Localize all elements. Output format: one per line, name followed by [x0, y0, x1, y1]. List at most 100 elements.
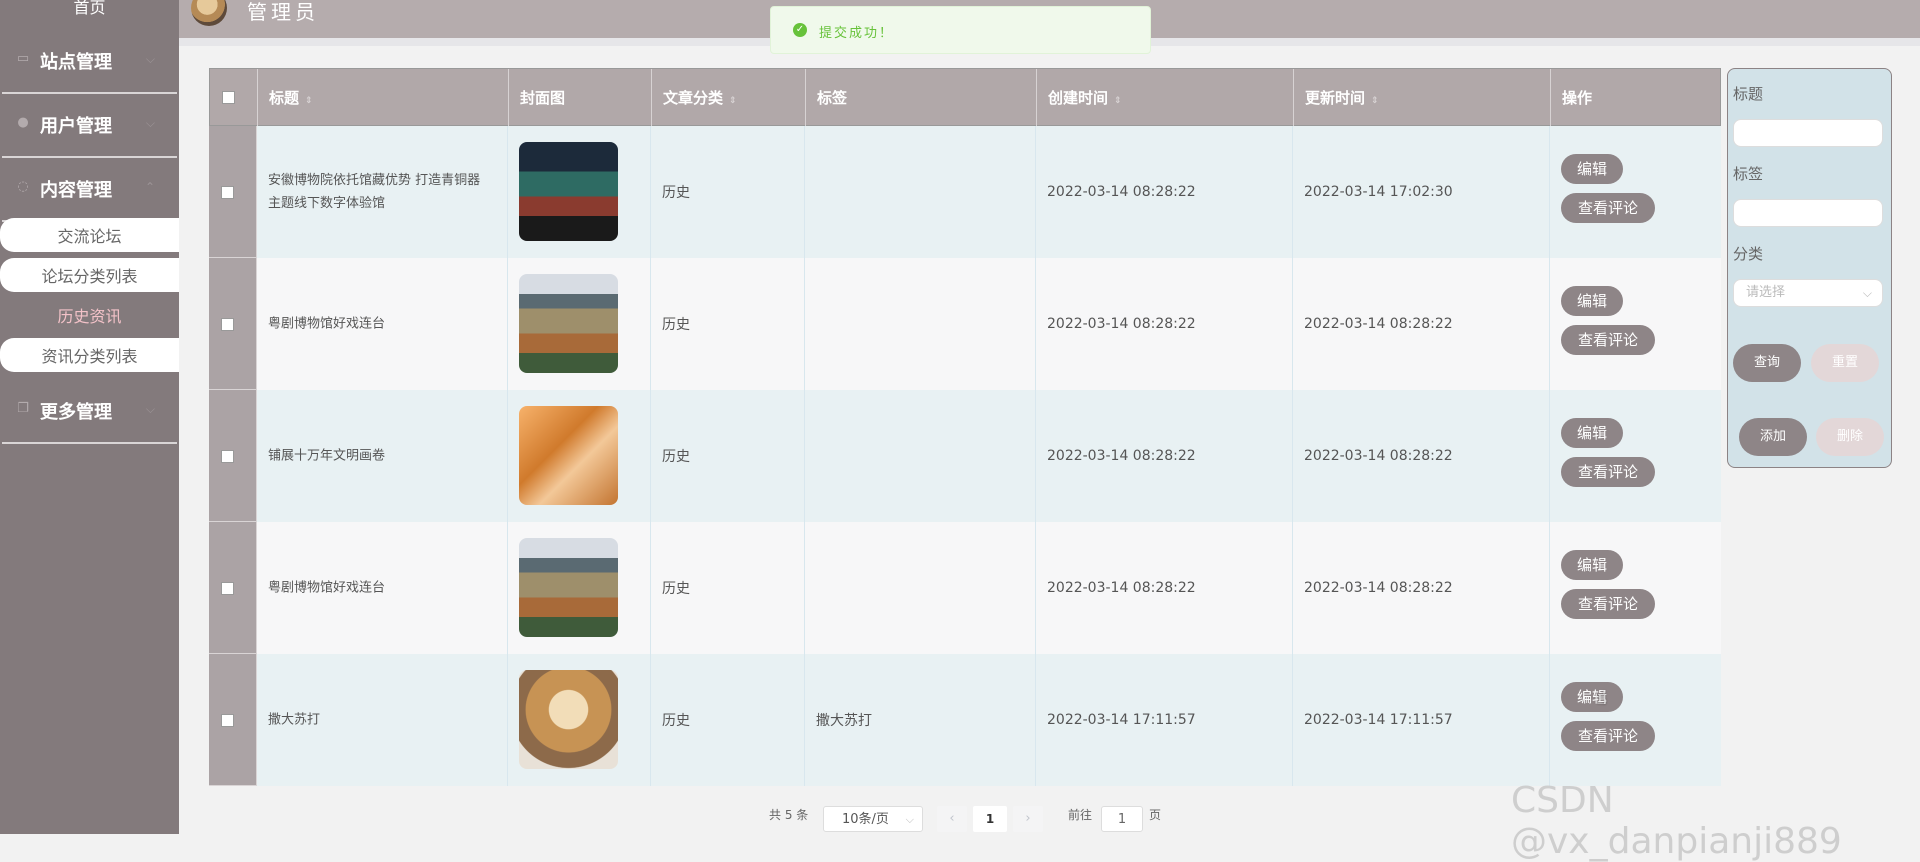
chevron-down-icon: ⌵: [145, 402, 155, 416]
row-tag: 撒大苏打: [816, 713, 872, 729]
cell-category: 历史: [651, 390, 805, 522]
row-updated: 2022-03-14 08:28:22: [1304, 316, 1453, 332]
table-header: 标题 ⇕ 封面图 文章分类 ⇕ 标签 创建时间 ⇕ 更新时间 ⇕ 操作: [209, 68, 1721, 127]
cell-created: 2022-03-14 08:28:22: [1036, 522, 1293, 654]
row-created: 2022-03-14 08:28:22: [1047, 184, 1196, 200]
view-comments-button[interactable]: 查看评论: [1561, 589, 1655, 619]
row-updated: 2022-03-14 08:28:22: [1304, 448, 1453, 464]
row-checkbox[interactable]: [221, 582, 234, 595]
cell-created: 2022-03-14 08:28:22: [1036, 390, 1293, 522]
current-page[interactable]: 1: [973, 806, 1007, 832]
delete-button[interactable]: 删除: [1816, 418, 1884, 456]
cell-tag: [805, 258, 1036, 390]
title-filter-input[interactable]: [1733, 119, 1883, 147]
cell-cover: [508, 654, 651, 786]
copy-icon: ❐: [17, 401, 29, 416]
avatar[interactable]: [191, 0, 227, 26]
goto-label: 前往: [1068, 808, 1093, 822]
menu-more-management[interactable]: ❐ 更多管理 ⌵: [2, 380, 177, 444]
cell-created: 2022-03-14 17:11:57: [1036, 654, 1293, 786]
sidebar-home[interactable]: 首页: [0, 0, 179, 18]
next-page-button[interactable]: ›: [1013, 806, 1043, 832]
sidebar: 首页 ▭ 站点管理 ⌵ ● 用户管理 ⌵ ◌ 内容管理 ⌃ 交流论坛 论坛分类列…: [0, 0, 179, 834]
cell-tag: [805, 126, 1036, 258]
row-select: [209, 654, 257, 786]
header-title: 管理员: [247, 0, 319, 24]
submenu-forum[interactable]: 交流论坛: [0, 218, 179, 252]
reset-button[interactable]: 重置: [1811, 344, 1879, 382]
cell-cover: [508, 522, 651, 654]
prev-page-button[interactable]: ‹: [937, 806, 967, 832]
menu-label: 更多管理: [40, 402, 112, 423]
cell-actions: 编辑 查看评论: [1550, 522, 1721, 654]
mouse-cursor-icon: ☝: [1596, 688, 1607, 709]
view-comments-button[interactable]: 查看评论: [1561, 457, 1655, 487]
cell-actions: 编辑 查看评论: [1550, 654, 1721, 786]
row-checkbox[interactable]: [221, 186, 234, 199]
column-updated-label: 更新时间: [1305, 89, 1366, 107]
chevron-down-icon: ⌵: [1862, 286, 1872, 300]
cell-category: 历史: [651, 654, 805, 786]
query-button[interactable]: 查询: [1733, 344, 1801, 382]
cell-cover: [508, 126, 651, 258]
select-all-checkbox[interactable]: [222, 91, 235, 104]
row-title: 粤剧博物馆好戏连台: [268, 316, 386, 332]
menu-label: 内容管理: [40, 180, 112, 201]
menu-site-management[interactable]: ▭ 站点管理 ⌵: [2, 30, 177, 94]
edit-button[interactable]: 编辑: [1561, 154, 1623, 184]
edit-button[interactable]: 编辑: [1561, 286, 1623, 316]
cell-cover: [508, 390, 651, 522]
column-cover-label: 封面图: [520, 89, 566, 107]
view-comments-button[interactable]: 查看评论: [1561, 325, 1655, 355]
cell-title: 粤剧博物馆好戏连台: [257, 522, 508, 654]
category-filter-select[interactable]: 请选择 ⌵: [1733, 279, 1883, 307]
table-row: 粤剧博物馆好戏连台 历史 2022-03-14 08:28:22 2022-03…: [209, 522, 1721, 654]
row-checkbox[interactable]: [221, 450, 234, 463]
category-select-placeholder: 请选择: [1746, 285, 1786, 300]
row-checkbox[interactable]: [221, 714, 234, 727]
chevron-up-icon: ⌃: [144, 180, 155, 194]
cell-tag: 撒大苏打: [805, 654, 1036, 786]
add-button[interactable]: 添加: [1739, 418, 1807, 456]
tag-filter-input[interactable]: [1733, 199, 1883, 227]
cell-cover: [508, 258, 651, 390]
cell-updated: 2022-03-14 08:28:22: [1293, 390, 1550, 522]
cell-title: 撒大苏打: [257, 654, 508, 786]
edit-button[interactable]: 编辑: [1561, 550, 1623, 580]
tag-filter-label: 标签: [1733, 165, 1764, 183]
page-size-select[interactable]: 10条/页 ⌵: [823, 806, 923, 832]
column-created[interactable]: 创建时间 ⇕: [1037, 69, 1294, 127]
column-updated[interactable]: 更新时间 ⇕: [1294, 69, 1551, 127]
submenu-history-news[interactable]: 历史资讯: [0, 298, 179, 332]
column-actions-label: 操作: [1562, 89, 1593, 107]
table-row: 铺展十万年文明画卷 历史 2022-03-14 08:28:22 2022-03…: [209, 390, 1721, 522]
sort-icon[interactable]: ⇕: [729, 96, 737, 106]
cell-actions: 编辑 查看评论: [1550, 390, 1721, 522]
view-comments-button[interactable]: 查看评论: [1561, 193, 1655, 223]
page-size-value: 10条/页: [842, 812, 889, 827]
row-checkbox[interactable]: [221, 318, 234, 331]
row-select: [209, 522, 257, 654]
column-title[interactable]: 标题 ⇕: [258, 69, 509, 127]
row-created: 2022-03-14 08:28:22: [1047, 580, 1196, 596]
edit-button[interactable]: 编辑: [1561, 682, 1623, 712]
submenu-news-categories[interactable]: 资讯分类列表: [0, 338, 179, 372]
row-title: 粤剧博物馆好戏连台: [268, 580, 386, 596]
menu-user-management[interactable]: ● 用户管理 ⌵: [2, 94, 177, 158]
column-category[interactable]: 文章分类 ⇕: [652, 69, 806, 127]
sort-icon[interactable]: ⇕: [1371, 96, 1379, 106]
chevron-down-icon: ⌵: [145, 116, 155, 130]
sort-icon[interactable]: ⇕: [305, 96, 313, 106]
menu-content-management[interactable]: ◌ 内容管理 ⌃: [2, 158, 177, 222]
row-created: 2022-03-14 08:28:22: [1047, 316, 1196, 332]
edit-button[interactable]: 编辑: [1561, 418, 1623, 448]
goto-page-input[interactable]: 1: [1101, 806, 1143, 832]
cell-category: 历史: [651, 258, 805, 390]
submenu-forum-categories[interactable]: 论坛分类列表: [0, 258, 179, 292]
view-comments-button[interactable]: 查看评论: [1561, 721, 1655, 751]
sort-icon[interactable]: ⇕: [1114, 96, 1122, 106]
cover-image: [519, 670, 618, 769]
cell-updated: 2022-03-14 08:28:22: [1293, 522, 1550, 654]
column-category-label: 文章分类: [663, 89, 724, 107]
column-title-label: 标题: [269, 89, 300, 107]
